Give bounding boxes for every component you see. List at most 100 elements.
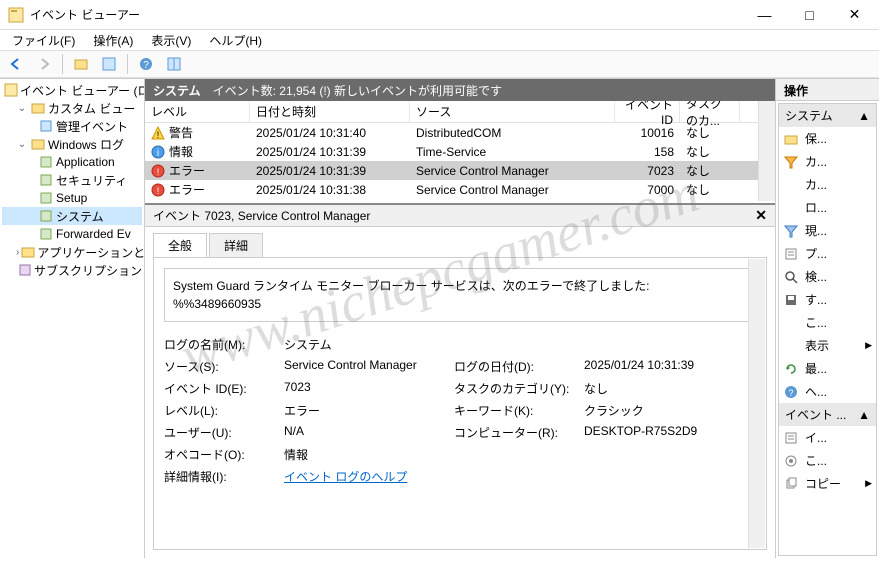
tree-windows-log[interactable]: ⌄Windows ログ bbox=[2, 135, 142, 153]
action-item[interactable]: イ... bbox=[779, 426, 876, 449]
collapse-icon: ▲ bbox=[858, 109, 870, 123]
chevron-right-icon: ▶ bbox=[865, 478, 872, 489]
action-group-event[interactable]: イベント ... ▲ bbox=[779, 403, 876, 426]
action-icon bbox=[783, 269, 799, 285]
action-item[interactable]: プ... bbox=[779, 242, 876, 265]
action-group-system[interactable]: システム ▲ bbox=[779, 104, 876, 127]
tab-detail[interactable]: 詳細 bbox=[209, 233, 263, 257]
toolbar-btn-1[interactable] bbox=[69, 53, 93, 75]
svg-text:?: ? bbox=[143, 60, 149, 71]
forward-button[interactable] bbox=[32, 53, 56, 75]
action-item[interactable]: 表示▶ bbox=[779, 334, 876, 357]
maximize-button[interactable]: □ bbox=[787, 0, 832, 29]
menu-action[interactable]: 操作(A) bbox=[85, 30, 141, 51]
col-source[interactable]: ソース bbox=[410, 101, 615, 122]
toolbar-help[interactable]: ? bbox=[134, 53, 158, 75]
tree-custom-view[interactable]: ⌄カスタム ビュー bbox=[2, 99, 142, 117]
tree-setup-label: Setup bbox=[56, 191, 87, 205]
menu-view[interactable]: 表示(V) bbox=[143, 30, 199, 51]
tree-subscription[interactable]: サブスクリプション bbox=[2, 261, 142, 279]
tree-windows-log-label: Windows ログ bbox=[48, 136, 124, 153]
tab-general[interactable]: 全般 bbox=[153, 233, 207, 257]
row-date: 2025/01/24 10:31:40 bbox=[250, 126, 410, 140]
prop-keyword-label: キーワード(K): bbox=[454, 402, 584, 419]
svg-text:!: ! bbox=[157, 167, 160, 177]
tree-admin-events[interactable]: 管理イベント bbox=[2, 117, 142, 135]
action-icon bbox=[783, 361, 799, 377]
detail-scrollbar[interactable] bbox=[748, 259, 765, 548]
back-button[interactable] bbox=[4, 53, 28, 75]
detail-tabs: 全般 詳細 bbox=[145, 227, 775, 257]
tree-forwarded[interactable]: Forwarded Ev bbox=[2, 225, 142, 243]
detail-panel: イベント 7023, Service Control Manager ✕ 全般 … bbox=[145, 203, 775, 558]
tree-forwarded-label: Forwarded Ev bbox=[56, 227, 131, 241]
tree-panel: イベント ビューアー (ローカ ⌄カスタム ビュー 管理イベント ⌄Window… bbox=[0, 79, 145, 558]
row-level: 警告 bbox=[169, 124, 193, 141]
row-cat: なし bbox=[680, 124, 740, 141]
chevron-right-icon: ▶ bbox=[865, 340, 872, 351]
tree-security[interactable]: セキュリティ bbox=[2, 171, 142, 189]
center-header-count: イベント数: 21,954 (!) 新しいイベントが利用可能です bbox=[213, 82, 502, 99]
menu-help[interactable]: ヘルプ(H) bbox=[201, 30, 270, 51]
prop-opcode-value: 情報 bbox=[284, 446, 454, 463]
menu-file[interactable]: ファイル(F) bbox=[4, 30, 83, 51]
row-level: エラー bbox=[169, 181, 205, 198]
action-item[interactable]: こ... bbox=[779, 449, 876, 472]
tree-setup[interactable]: Setup bbox=[2, 189, 142, 207]
prop-level-value: エラー bbox=[284, 402, 454, 419]
toolbar-btn-2[interactable] bbox=[97, 53, 121, 75]
row-cat: なし bbox=[680, 162, 740, 179]
action-label: 現... bbox=[805, 222, 827, 239]
action-item[interactable]: カ... bbox=[779, 150, 876, 173]
app-icon bbox=[8, 7, 24, 23]
col-cat[interactable]: タスクのカ... bbox=[680, 101, 740, 122]
row-source: Service Control Manager bbox=[410, 164, 615, 178]
list-scrollbar[interactable] bbox=[758, 101, 775, 201]
tree-root[interactable]: イベント ビューアー (ローカ bbox=[2, 81, 142, 99]
action-item[interactable]: ロ... bbox=[779, 196, 876, 219]
row-level: 情報 bbox=[169, 143, 193, 160]
center-header-name: システム bbox=[153, 82, 201, 99]
action-item[interactable]: 最... bbox=[779, 357, 876, 380]
action-label: 検... bbox=[805, 268, 827, 285]
col-date[interactable]: 日付と時刻 bbox=[250, 101, 410, 122]
collapse-icon: ▲ bbox=[858, 408, 870, 422]
row-source: Time-Service bbox=[410, 145, 615, 159]
action-item[interactable]: 現... bbox=[779, 219, 876, 242]
action-icon bbox=[783, 338, 799, 354]
action-icon bbox=[783, 476, 799, 492]
actions-body: システム ▲ 保...カ...カ...ロ...現...プ...検...す...こ… bbox=[778, 103, 877, 556]
tree-app-service[interactable]: ›アプリケーションとサ bbox=[2, 243, 142, 261]
action-item[interactable]: こ... bbox=[779, 311, 876, 334]
row-id: 7000 bbox=[615, 183, 680, 197]
action-item[interactable]: コピー▶ bbox=[779, 472, 876, 495]
action-item[interactable]: カ... bbox=[779, 173, 876, 196]
close-button[interactable]: ✕ bbox=[832, 0, 877, 29]
info-icon: i bbox=[151, 145, 165, 159]
col-level[interactable]: レベル bbox=[145, 101, 250, 122]
event-row[interactable]: i情報2025/01/24 10:31:39Time-Service158なし bbox=[145, 142, 775, 161]
prop-level-label: レベル(L): bbox=[164, 402, 284, 419]
tree-system[interactable]: システム bbox=[2, 207, 142, 225]
svg-text:!: ! bbox=[157, 130, 160, 140]
err-icon: ! bbox=[151, 164, 165, 178]
action-item[interactable]: ?ヘ... bbox=[779, 380, 876, 403]
event-row[interactable]: !エラー2025/01/24 10:31:39Service Control M… bbox=[145, 161, 775, 180]
toolbar-btn-3[interactable] bbox=[162, 53, 186, 75]
tree-root-label: イベント ビューアー (ローカ bbox=[20, 82, 145, 99]
prop-moreinfo-link[interactable]: イベント ログのヘルプ bbox=[284, 468, 454, 485]
action-label: カ... bbox=[805, 153, 827, 170]
titlebar: イベント ビューアー ― □ ✕ bbox=[0, 0, 879, 30]
detail-close-icon[interactable]: ✕ bbox=[755, 207, 767, 224]
col-id[interactable]: イベント ID bbox=[615, 101, 680, 122]
prop-logdate-label: ログの日付(D): bbox=[454, 358, 584, 375]
tree-application[interactable]: Application bbox=[2, 153, 142, 171]
action-item[interactable]: す... bbox=[779, 288, 876, 311]
event-row[interactable]: !エラー2025/01/24 10:31:38Service Control M… bbox=[145, 180, 775, 199]
event-row[interactable]: !警告2025/01/24 10:31:40DistributedCOM1001… bbox=[145, 123, 775, 142]
action-item[interactable]: 検... bbox=[779, 265, 876, 288]
minimize-button[interactable]: ― bbox=[742, 0, 787, 29]
prop-source-label: ソース(S): bbox=[164, 358, 284, 375]
action-item[interactable]: 保... bbox=[779, 127, 876, 150]
prop-source-value: Service Control Manager bbox=[284, 358, 454, 375]
